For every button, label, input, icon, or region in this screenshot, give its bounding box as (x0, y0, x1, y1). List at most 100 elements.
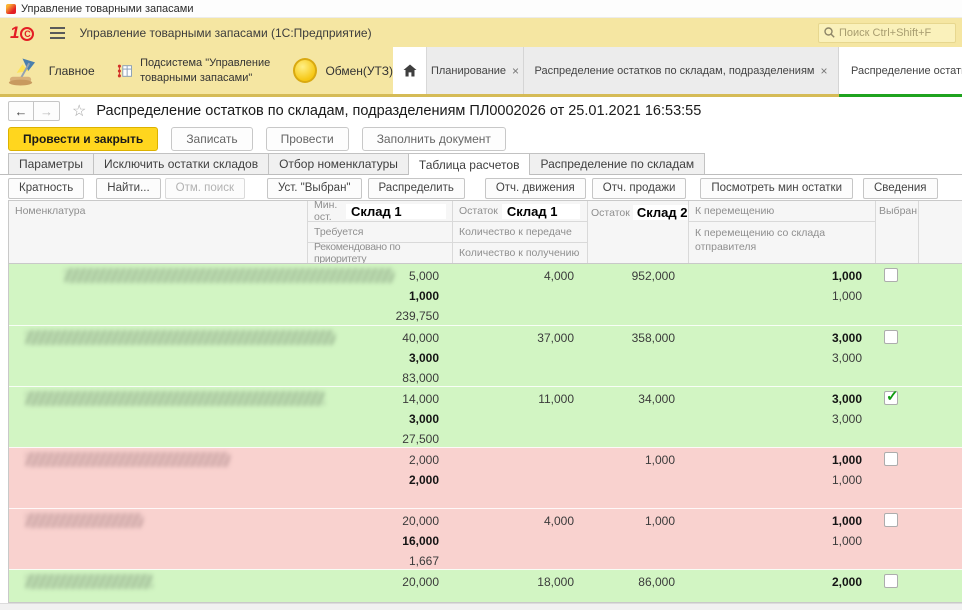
back-arrow-icon: ← (15, 104, 28, 119)
cell-to-move-from-source: 3,000 (689, 410, 862, 428)
desk-lamp-icon (8, 55, 41, 87)
cell-recommended: 27,500 (308, 430, 439, 448)
section-exchange-label[interactable]: Обмен(УТЗ) (325, 64, 393, 78)
command-button[interactable]: Заполнить документ (362, 127, 506, 151)
window-tab[interactable]: Планирование × (427, 47, 524, 94)
nav-back-button[interactable]: ← (8, 101, 34, 121)
window-tab-label: Распределение остатков по складам, по (851, 65, 962, 77)
header-to-move[interactable]: К перемещению (689, 201, 876, 222)
toolbar-button[interactable]: Кратность (8, 178, 84, 199)
redacted-nomenclature (25, 574, 153, 589)
table-row-group[interactable]: 20,00016,0001,6674,0001,0001,0001,000 (9, 508, 962, 569)
subsystem-icon (117, 63, 132, 79)
row-checkbox[interactable] (884, 574, 898, 588)
toolbar-button[interactable]: Распределить (368, 178, 465, 199)
toolbar-button[interactable]: Найти... (96, 178, 160, 199)
favorite-star-icon[interactable]: ☆ (72, 101, 86, 121)
cell-to-move-from-source: 1,000 (689, 287, 862, 305)
header-qty-to-receive[interactable]: Количество к получению (453, 243, 588, 263)
cell-stock-warehouse2: 1,000 (588, 512, 675, 530)
cell-required: 3,000 (308, 410, 439, 428)
form-tab[interactable]: Исключить остатки складов (93, 153, 269, 174)
table-body: 5,0001,000239,7504,000952,0001,0001,0004… (9, 264, 962, 603)
search-input[interactable] (839, 27, 949, 39)
nav-forward-button[interactable]: → (34, 101, 60, 121)
form-tab-bar: ПараметрыИсключить остатки складовОтбор … (0, 153, 962, 175)
document-header: ← → ☆ Распределение остатков по складам,… (0, 97, 962, 125)
warehouse2-name-overlay: Склад 2 (633, 205, 689, 220)
cell-min-stock: 20,000 (308, 512, 439, 530)
header-stock-warehouse1[interactable]: Остаток Склад 1 (453, 201, 588, 222)
cell-to-move: 2,000 (689, 573, 862, 591)
header-selected[interactable]: Выбран (876, 201, 919, 263)
toolbar-button[interactable]: Отч. продажи (592, 178, 687, 199)
tab-close-icon[interactable]: × (820, 64, 827, 78)
cell-to-move: 1,000 (689, 451, 862, 469)
bottom-strip (0, 603, 962, 610)
row-checkbox[interactable] (884, 513, 898, 527)
forward-arrow-icon: → (40, 104, 53, 119)
cell-min-stock: 2,000 (308, 451, 439, 469)
window-tab[interactable]: Распределение остатков по складам, подра… (524, 47, 839, 94)
row-checkbox[interactable] (884, 452, 898, 466)
form-tab[interactable]: Параметры (8, 153, 94, 174)
table-row-group[interactable]: 14,0003,00027,50011,00034,0003,0003,000✓ (9, 386, 962, 447)
cell-stock-warehouse2: 1,000 (588, 451, 675, 469)
cell-required: 1,000 (308, 287, 439, 305)
header-qty-to-transfer[interactable]: Количество к передаче (453, 222, 588, 243)
cell-recommended: 83,000 (308, 369, 439, 387)
app-header-bar: 1С Управление товарными запасами (1С:Пре… (0, 18, 962, 47)
checkmark-icon: ✓ (886, 387, 899, 405)
table-row-group[interactable]: 5,0001,000239,7504,000952,0001,0001,000 (9, 264, 962, 325)
1c-logo-icon: 1С (10, 24, 34, 41)
toolbar-button[interactable]: Сведения (863, 178, 938, 199)
redacted-nomenclature (25, 452, 230, 467)
cell-stock-warehouse2: 86,000 (588, 573, 675, 591)
header-min-stock[interactable]: Мин. ост. Склад 1 (308, 201, 453, 222)
table-row-group[interactable]: 20,00018,00086,0002,000 (9, 569, 962, 603)
toolbar-button[interactable]: Отч. движения (485, 178, 586, 199)
home-tab[interactable] (393, 47, 427, 94)
tab-close-icon[interactable]: × (512, 64, 519, 78)
redacted-nomenclature (25, 391, 325, 406)
header-recommended[interactable]: Рекомендовано по приоритету (308, 243, 453, 263)
sections-panel: Главное Подсистема "Управление товарными… (0, 47, 393, 94)
window-tab-label: Планирование (431, 65, 506, 77)
command-button[interactable]: Записать (171, 127, 252, 151)
cell-required: 3,000 (308, 349, 439, 367)
post-and-close-button[interactable]: Провести и закрыть (8, 127, 158, 151)
header-stock-warehouse2[interactable]: Остаток Склад 2 (588, 201, 689, 263)
form-tab[interactable]: Таблица расчетов (408, 153, 531, 175)
table-row-group[interactable]: 2,0002,0001,0001,0001,000 (9, 447, 962, 508)
header-required[interactable]: Требуется (308, 222, 453, 243)
cell-to-move-from-source: 3,000 (689, 349, 862, 367)
warehouse1-name-overlay: Склад 1 (346, 204, 446, 219)
cell-stock-warehouse1: 18,000 (453, 573, 574, 591)
toolbar-button: Отм. поиск (165, 178, 245, 199)
table-row-group[interactable]: 40,0003,00083,00037,000358,0003,0003,000 (9, 325, 962, 386)
row-checkbox[interactable]: ✓ (884, 391, 898, 405)
application-window: Управление товарными запасами 1С Управле… (0, 0, 962, 610)
document-title: Распределение остатков по складам, подра… (96, 103, 701, 119)
header-nomenclature[interactable]: Номенклатура (9, 201, 308, 263)
section-subsystem-label[interactable]: Подсистема "Управление товарными запасам… (140, 56, 273, 85)
toolbar-button[interactable]: Уст. "Выбран" (267, 178, 362, 199)
cell-min-stock: 5,000 (308, 267, 439, 285)
cell-to-move-from-source: 1,000 (689, 471, 862, 489)
main-menu-icon[interactable] (50, 27, 65, 39)
row-checkbox[interactable] (884, 330, 898, 344)
header-to-move-from-source[interactable]: К перемещению со склада отправителя (689, 222, 876, 263)
command-button[interactable]: Провести (266, 127, 349, 151)
window-tab-label: Распределение остатков по складам, подра… (535, 65, 815, 77)
form-tab[interactable]: Распределение по складам (529, 153, 705, 174)
global-search-box[interactable] (818, 23, 956, 43)
cell-min-stock: 14,000 (308, 390, 439, 408)
header-spacer (919, 201, 962, 263)
row-checkbox[interactable] (884, 268, 898, 282)
warehouse1-name-overlay: Склад 1 (502, 204, 580, 219)
section-main-label[interactable]: Главное (49, 64, 95, 78)
cell-to-move: 3,000 (689, 390, 862, 408)
toolbar-button[interactable]: Посмотреть мин остатки (700, 178, 853, 199)
form-tab[interactable]: Отбор номенклатуры (268, 153, 409, 174)
window-tab[interactable]: Распределение остатков по складам, по (839, 47, 962, 97)
